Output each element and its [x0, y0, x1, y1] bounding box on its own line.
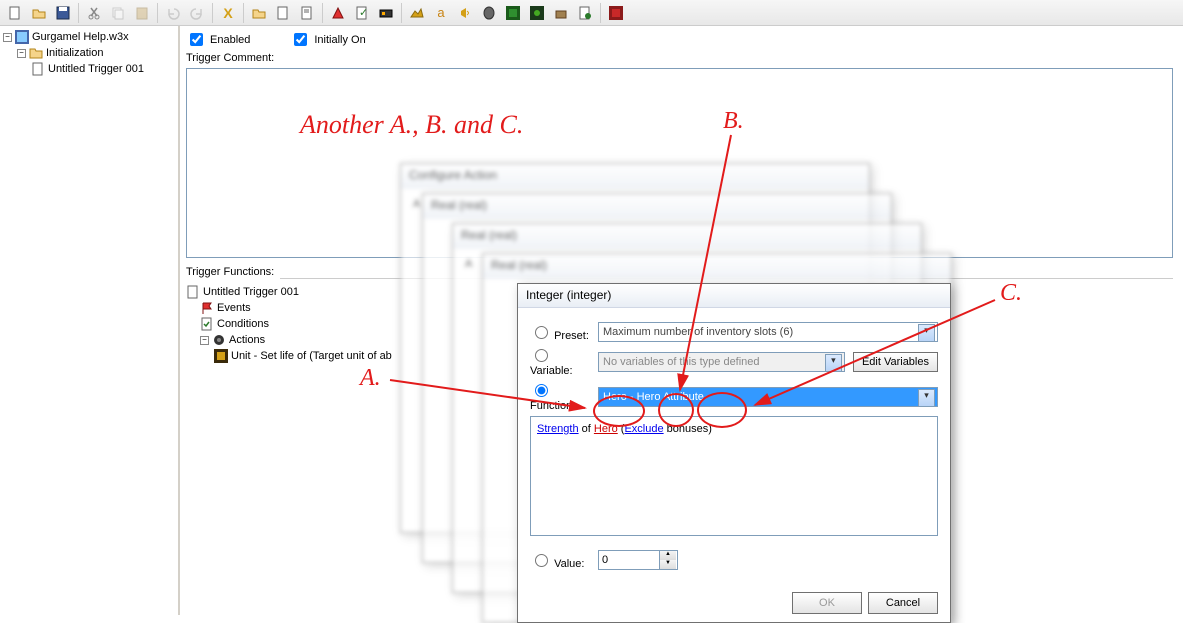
page-icon — [31, 62, 45, 76]
trigger-comment-label: Trigger Comment: — [186, 52, 274, 64]
tree-root[interactable]: − Gurgamel Help.w3x — [3, 29, 175, 45]
tree-folder-label: Initialization — [46, 47, 103, 59]
conditions-icon — [200, 317, 214, 331]
function-value: Hero - Hero Attribute — [603, 391, 704, 403]
paste-icon[interactable] — [131, 2, 153, 24]
func-text-of: of — [579, 423, 594, 435]
preset-radio[interactable]: Preset: — [530, 323, 590, 342]
var-icon[interactable]: X — [217, 2, 239, 24]
new-icon[interactable] — [4, 2, 26, 24]
dialog-title: Real (real) — [483, 254, 951, 278]
undo-icon[interactable] — [162, 2, 184, 24]
param-hero-link[interactable]: Hero — [594, 423, 618, 435]
function-label: Function: — [530, 400, 575, 412]
enabled-checkbox[interactable]: Enabled — [186, 30, 250, 49]
cancel-button[interactable]: Cancel — [868, 592, 938, 614]
thumb-icon[interactable] — [478, 2, 500, 24]
dialog-title: Real (real) — [423, 194, 891, 218]
value-input[interactable] — [599, 551, 659, 569]
collapse-icon[interactable]: − — [17, 49, 26, 58]
tf-actions-label: Actions — [229, 334, 265, 346]
func-text-close: bonuses) — [664, 423, 712, 435]
trigger-functions-label: Trigger Functions: — [186, 266, 274, 278]
tree-trigger-label: Untitled Trigger 001 — [48, 63, 144, 75]
initially-label: Initially On — [314, 34, 365, 46]
function-preview: Strength of Hero (Exclude bonuses) — [530, 416, 938, 536]
dialog-title: Integer (integer) — [518, 284, 950, 308]
variable-combo[interactable]: No variables of this type defined — [598, 352, 845, 372]
redo-icon[interactable] — [186, 2, 208, 24]
unit-icon — [214, 349, 228, 363]
event-icon[interactable] — [327, 2, 349, 24]
param-exclude-link[interactable]: Exclude — [624, 423, 663, 435]
new-category-icon[interactable] — [248, 2, 270, 24]
initially-check-input[interactable] — [294, 33, 307, 46]
gear-icon — [212, 333, 226, 347]
copy-icon[interactable] — [107, 2, 129, 24]
function-radio[interactable]: Function: — [530, 381, 590, 412]
preset-combo[interactable]: Maximum number of inventory slots (6) — [598, 322, 938, 342]
condition-icon[interactable]: ✓ — [351, 2, 373, 24]
variable-value: No variables of this type defined — [603, 356, 760, 368]
tf-conditions-label: Conditions — [217, 318, 269, 330]
tf-events-label: Events — [217, 302, 251, 314]
object-icon[interactable] — [526, 2, 548, 24]
pathing-icon[interactable] — [502, 2, 524, 24]
tf-action-label: Unit - Set life of (Target unit of ab — [231, 350, 392, 362]
dialog-title: Configure Action — [401, 164, 869, 188]
preset-label: Preset: — [554, 330, 589, 342]
script-icon[interactable] — [574, 2, 596, 24]
spin-up-icon[interactable]: ▲ — [659, 551, 676, 560]
folder-icon — [29, 46, 43, 60]
tf-title-label: Untitled Trigger 001 — [203, 286, 299, 298]
cut-icon[interactable] — [83, 2, 105, 24]
spin-down-icon[interactable]: ▼ — [659, 560, 676, 569]
initially-checkbox[interactable]: Initially On — [290, 30, 365, 49]
svg-text:✓: ✓ — [359, 7, 368, 19]
open-icon[interactable] — [28, 2, 50, 24]
preset-value: Maximum number of inventory slots (6) — [603, 326, 793, 338]
dialog-title: Real (real) — [453, 224, 921, 248]
test-icon[interactable] — [605, 2, 627, 24]
page-icon — [186, 285, 200, 299]
function-combo[interactable]: Hero - Hero Attribute — [598, 387, 938, 407]
collapse-icon[interactable]: − — [3, 33, 12, 42]
sound-icon[interactable]: a — [430, 2, 452, 24]
param-strength-link[interactable]: Strength — [537, 423, 579, 435]
new-comment-icon[interactable] — [296, 2, 318, 24]
save-icon[interactable] — [52, 2, 74, 24]
dialog-integer: Integer (integer) Preset: Maximum number… — [517, 283, 951, 623]
new-trigger-icon[interactable] — [272, 2, 294, 24]
enabled-check-input[interactable] — [190, 33, 203, 46]
import-icon[interactable] — [550, 2, 572, 24]
variable-label: Variable: — [530, 365, 573, 377]
map-icon — [15, 30, 29, 44]
horn-icon[interactable] — [454, 2, 476, 24]
toolbar: X ✓ a — [0, 0, 1183, 26]
value-radio[interactable]: Value: — [530, 551, 590, 570]
flag-icon — [200, 301, 214, 315]
value-label: Value: — [554, 558, 584, 570]
tree-trigger[interactable]: Untitled Trigger 001 — [3, 61, 175, 77]
trigger-tree-pane: − Gurgamel Help.w3x − Initialization Unt… — [0, 26, 180, 615]
collapse-icon[interactable]: − — [200, 336, 209, 345]
enabled-label: Enabled — [210, 34, 250, 46]
edit-variables-button[interactable]: Edit Variables — [853, 352, 938, 372]
ok-button[interactable]: OK — [792, 592, 862, 614]
tree-root-label: Gurgamel Help.w3x — [32, 31, 129, 43]
tree-folder[interactable]: − Initialization — [3, 45, 175, 61]
variable-radio[interactable]: Variable: — [530, 346, 590, 377]
value-spinner[interactable]: ▲▼ — [598, 550, 678, 570]
action-icon[interactable] — [375, 2, 397, 24]
terrain-icon[interactable] — [406, 2, 428, 24]
